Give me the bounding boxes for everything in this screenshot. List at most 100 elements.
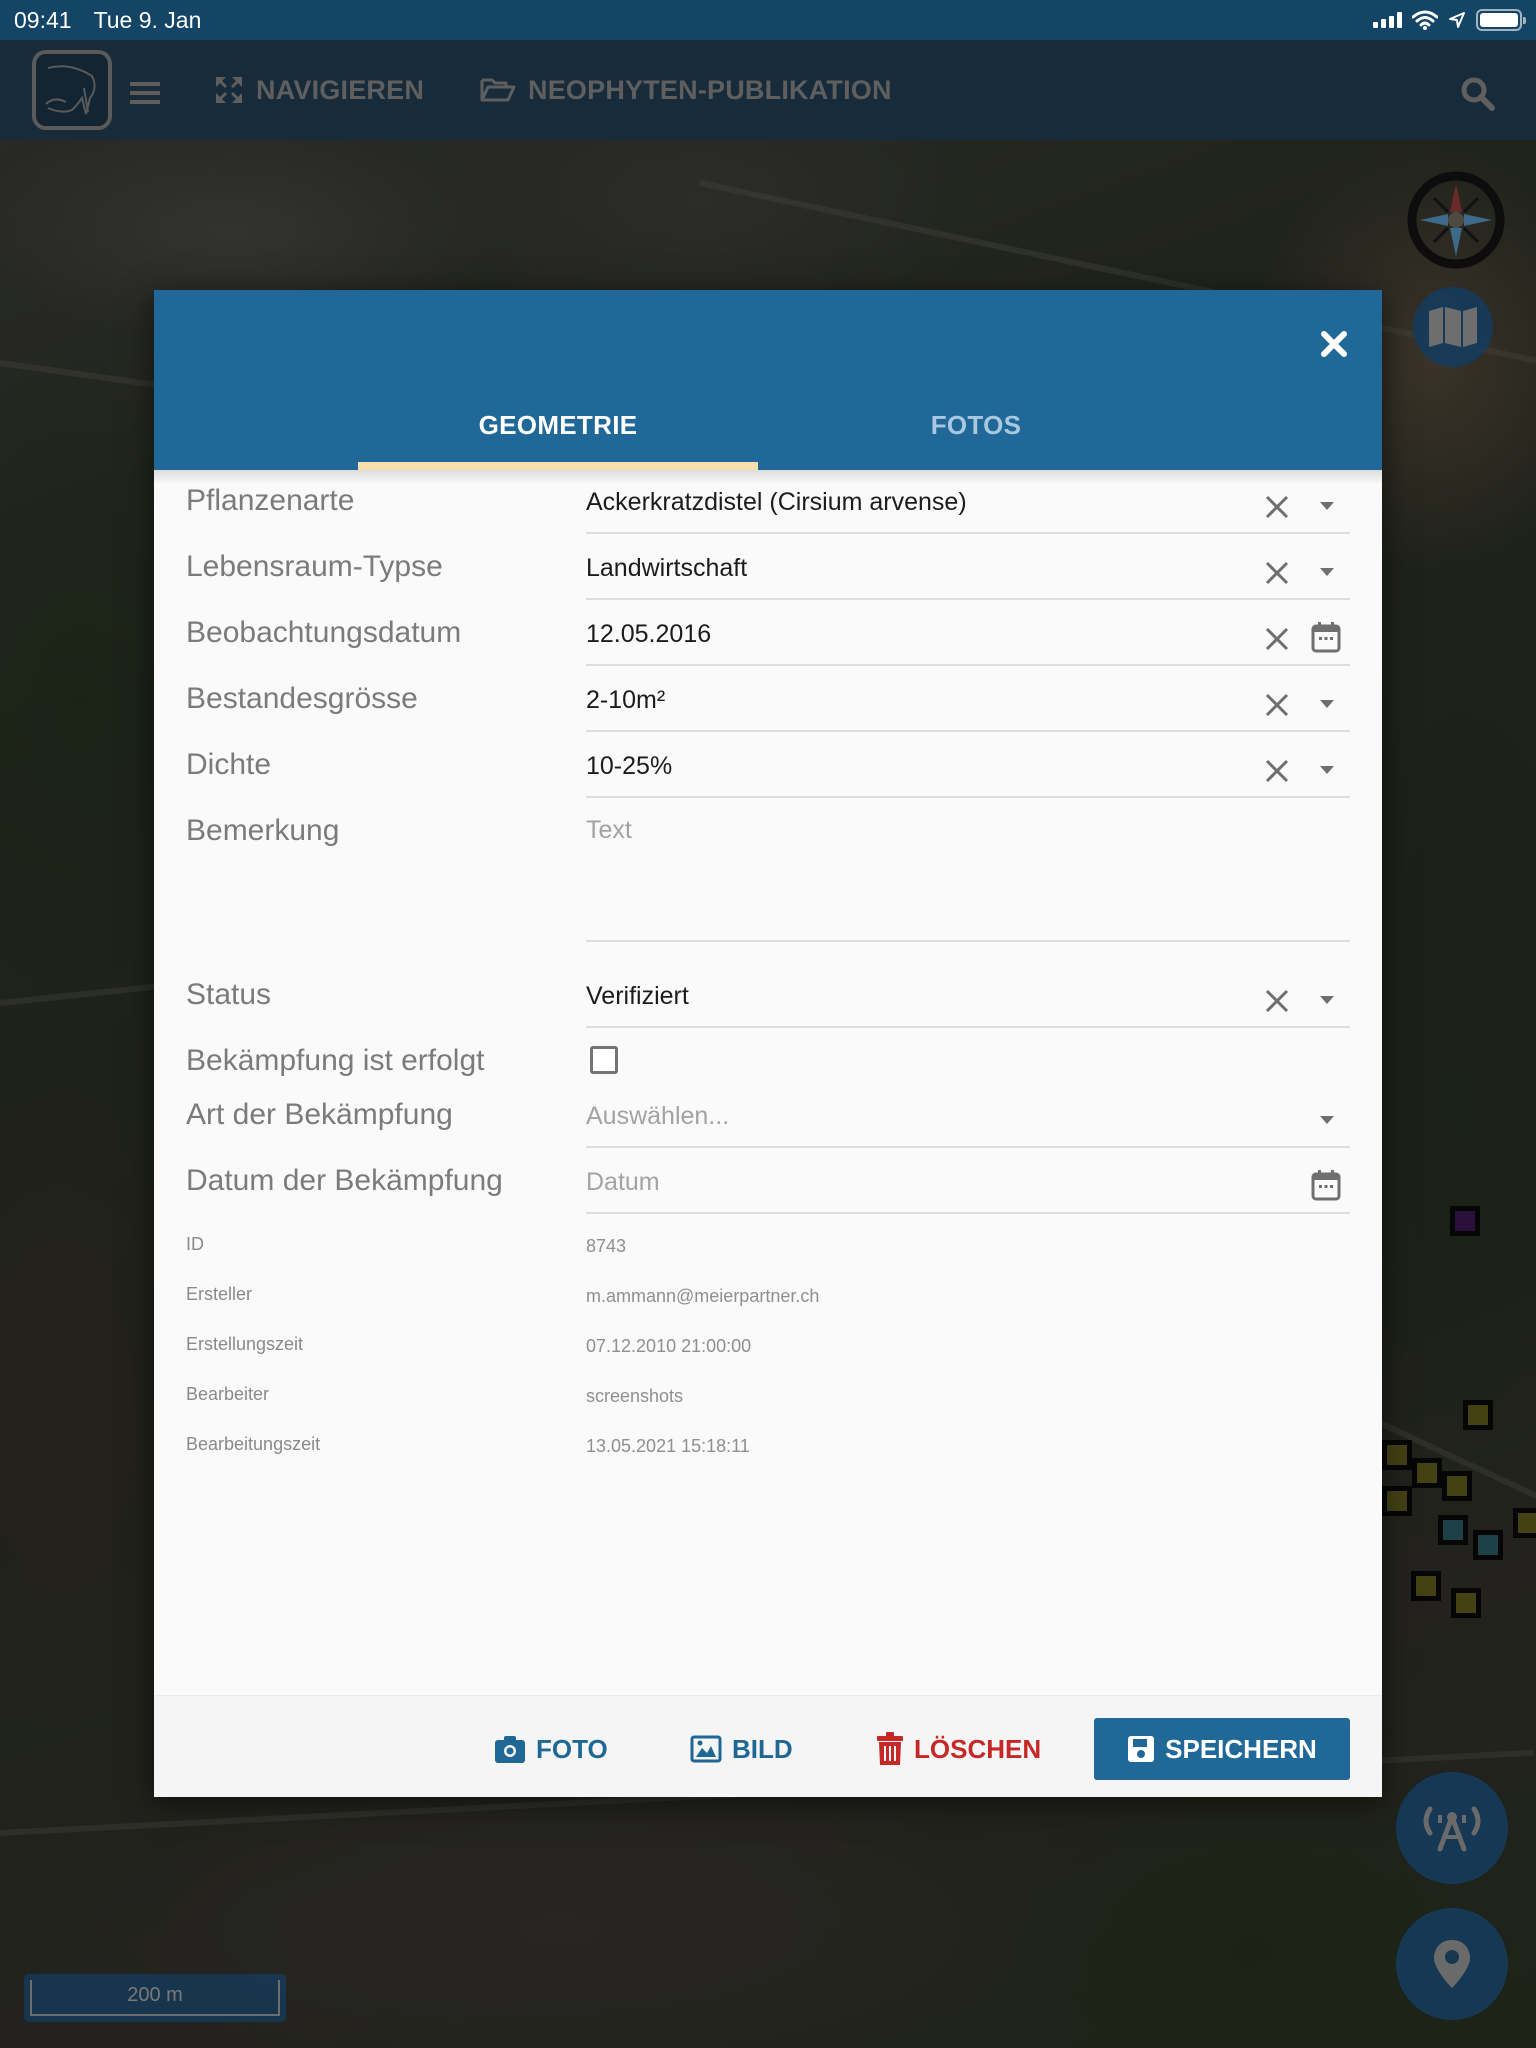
form-row-status: Status Verifiziert (154, 978, 1382, 1044)
take-photo-button[interactable]: FOTO (494, 1718, 608, 1780)
search-button[interactable] (1460, 76, 1496, 112)
clear-icon[interactable] (1262, 756, 1292, 786)
clear-icon[interactable] (1262, 690, 1292, 720)
art-bekaempfung-select[interactable]: Auswählen... (586, 1098, 1350, 1148)
save-icon (1128, 1736, 1155, 1762)
meta-label: Bearbeitungszeit (186, 1434, 321, 1454)
meta-row-erstellungszeit: Erstellungszeit 07.12.2010 21:00:00 (154, 1334, 1382, 1384)
clear-icon[interactable] (1262, 624, 1292, 654)
form-row-bestandesgroesse: Bestandesgrösse 2-10m² (154, 682, 1382, 748)
field-label: Pflanzenarte (186, 484, 355, 517)
field-label: Datum der Bekämpfung (186, 1164, 503, 1197)
meta-label: ID (186, 1234, 204, 1254)
form-row-datum-bekaempfung: Datum der Bekämpfung Datum (154, 1164, 1382, 1230)
meta-row-id: ID 8743 (154, 1234, 1382, 1284)
menu-button[interactable] (130, 82, 160, 104)
field-label: Beobachtungsdatum (186, 616, 462, 649)
pflanzenart-select[interactable]: Ackerkratzdistel (Cirsium arvense) (586, 484, 1350, 534)
dropdown-arrow-icon[interactable] (1318, 1114, 1336, 1126)
bild-label: BILD (732, 1733, 793, 1764)
project-label: NEOPHYTEN-PUBLIKATION (528, 74, 892, 105)
navigate-button[interactable]: NAVIGIEREN (214, 70, 424, 110)
image-icon (690, 1735, 722, 1763)
field-value: 10-25% (586, 752, 673, 780)
active-tab-indicator (358, 462, 758, 470)
expand-arrows-icon (216, 77, 242, 103)
field-value: 2-10m² (586, 686, 666, 714)
status-time: 09:41 (14, 6, 72, 33)
field-label: Lebensraum-Typse (186, 550, 443, 583)
form-row-lebensraum: Lebensraum-Typse Landwirtschaft (154, 550, 1382, 616)
project-button[interactable]: NEOPHYTEN-PUBLIKATION (480, 70, 892, 110)
dialog-footer: FOTO BILD LÖSCHEN SPEICHERN (154, 1695, 1382, 1797)
meta-value: 07.12.2010 21:00:00 (586, 1336, 752, 1356)
close-button[interactable] (1310, 320, 1358, 368)
meta-value: m.ammann@meierpartner.ch (586, 1286, 820, 1306)
compass-icon[interactable] (1404, 168, 1508, 272)
meta-row-ersteller: Ersteller m.ammann@meierpartner.ch (154, 1284, 1382, 1334)
close-icon (1321, 331, 1347, 357)
save-button[interactable]: SPEICHERN (1094, 1718, 1350, 1780)
dichte-select[interactable]: 10-25% (586, 748, 1350, 798)
bestandesgroesse-select[interactable]: 2-10m² (586, 682, 1350, 732)
clear-icon[interactable] (1262, 492, 1292, 522)
form-row-pflanzenarte: Pflanzenarte Ackerkratzdistel (Cirsium a… (154, 484, 1382, 550)
calendar-icon[interactable] (1310, 620, 1342, 654)
form-row-art-bekaempfung: Art der Bekämpfung Auswählen... (154, 1098, 1382, 1164)
app-logo[interactable] (32, 50, 112, 130)
field-label: Bemerkung (186, 814, 340, 847)
bekaempfung-erfolgt-checkbox[interactable] (590, 1046, 618, 1074)
location-arrow-icon (1449, 12, 1465, 28)
meta-label: Bearbeiter (186, 1384, 270, 1404)
dropdown-arrow-icon[interactable] (1318, 994, 1336, 1006)
wifi-icon (1412, 10, 1438, 30)
gps-tracking-button[interactable] (1396, 1772, 1508, 1884)
dialog-tabs: GEOMETRIE FOTOS (154, 380, 1382, 470)
map-scale-bar: 200 m (24, 1974, 286, 2022)
field-value: Landwirtschaft (586, 554, 748, 582)
meta-row-bearbeiter: Bearbeiter screenshots (154, 1384, 1382, 1434)
clear-icon[interactable] (1262, 986, 1292, 1016)
textarea-placeholder: Text (586, 816, 632, 844)
delete-label: LÖSCHEN (914, 1733, 1042, 1764)
form-row-beobachtungsdatum: Beobachtungsdatum 12.05.2016 (154, 616, 1382, 682)
scale-label: 200 m (127, 1984, 183, 2006)
navigate-label: NAVIGIEREN (256, 74, 425, 105)
antenna-icon (1423, 1806, 1481, 1852)
folder-open-icon (480, 78, 516, 102)
clear-icon[interactable] (1262, 558, 1292, 588)
lebensraum-select[interactable]: Landwirtschaft (586, 550, 1350, 600)
dropdown-arrow-icon[interactable] (1318, 500, 1336, 512)
dialog-header: GEOMETRIE FOTOS (154, 290, 1382, 470)
field-value: 12.05.2016 (586, 620, 712, 648)
dropdown-arrow-icon[interactable] (1318, 566, 1336, 578)
field-value: Verifiziert (586, 982, 689, 1010)
meta-row-bearbeitungszeit: Bearbeitungszeit 13.05.2021 15:18:11 (154, 1434, 1382, 1484)
meta-label: Erstellungszeit (186, 1334, 304, 1354)
app-navbar: NAVIGIEREN NEOPHYTEN-PUBLIKATION (0, 40, 1536, 140)
status-bar: 09:41 Tue 9. Jan (0, 0, 1536, 40)
datum-bekaempfung-input[interactable]: Datum (586, 1164, 1350, 1214)
form-row-bemerkung: Bemerkung Text (154, 814, 1382, 954)
camera-icon (495, 1736, 525, 1763)
tab-geometrie[interactable]: GEOMETRIE (358, 380, 758, 470)
add-image-button[interactable]: BILD (690, 1718, 793, 1780)
dropdown-arrow-icon[interactable] (1318, 764, 1336, 776)
calendar-icon[interactable] (1310, 1168, 1342, 1202)
bemerkung-textarea[interactable]: Text (586, 814, 1350, 942)
field-label: Art der Bekämpfung (186, 1098, 453, 1131)
status-select[interactable]: Verifiziert (586, 978, 1350, 1028)
delete-button[interactable]: LÖSCHEN (876, 1718, 1041, 1780)
dropdown-arrow-icon[interactable] (1318, 698, 1336, 710)
meta-value: screenshots (586, 1386, 684, 1406)
beobachtungsdatum-input[interactable]: 12.05.2016 (586, 616, 1350, 666)
field-value: Ackerkratzdistel (Cirsium arvense) (586, 488, 967, 516)
feature-edit-dialog: GEOMETRIE FOTOS Pflanzenarte Ackerkratzd… (154, 290, 1382, 1797)
field-placeholder: Auswählen... (586, 1102, 730, 1130)
search-icon (1461, 77, 1495, 111)
map-layers-button[interactable] (1413, 287, 1493, 367)
meta-label: Ersteller (186, 1284, 253, 1304)
tab-fotos[interactable]: FOTOS (776, 380, 1176, 470)
location-pin-icon (1434, 1940, 1470, 1988)
my-location-button[interactable] (1396, 1908, 1508, 2020)
